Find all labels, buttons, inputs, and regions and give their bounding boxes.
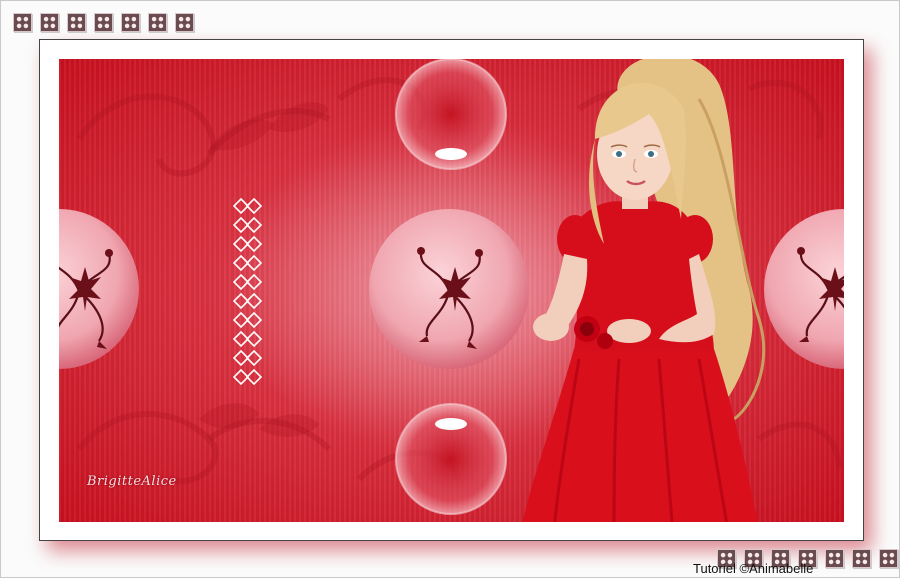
floral-medallion-icon (369, 209, 529, 369)
floral-medallion-icon (764, 209, 844, 369)
ornament-tile-icon (94, 13, 113, 32)
tutorial-credit: Tutoriel ©Animabelle (693, 561, 814, 576)
ornament-tile-icon (879, 549, 898, 568)
ornament-tile-icon (13, 13, 32, 32)
ornament-tile-icon (148, 13, 167, 32)
ornament-motif (232, 197, 263, 215)
girl-figure (522, 59, 766, 522)
glass-bubble-icon (395, 59, 507, 170)
artwork-canvas: BrigitteAlice (59, 59, 844, 522)
ornament-tile-icon (121, 13, 140, 32)
ornament-tile-icon (67, 13, 86, 32)
floral-medallion-icon (59, 209, 139, 369)
glass-bubble-icon (395, 403, 507, 515)
ornament-tile-icon (825, 549, 844, 568)
page: BrigitteAlice Tutoriel ©Animabelle (0, 0, 900, 578)
artwork-illustration (59, 59, 844, 522)
ornament-tile-icon (852, 549, 871, 568)
ornament-tile-icon (40, 13, 59, 32)
ornament-motif (232, 368, 263, 386)
artist-signature: BrigitteAlice (87, 474, 177, 489)
ornament-tile-icon (175, 13, 194, 32)
picture-frame: BrigitteAlice (39, 39, 864, 541)
top-ornament-row (13, 13, 194, 32)
